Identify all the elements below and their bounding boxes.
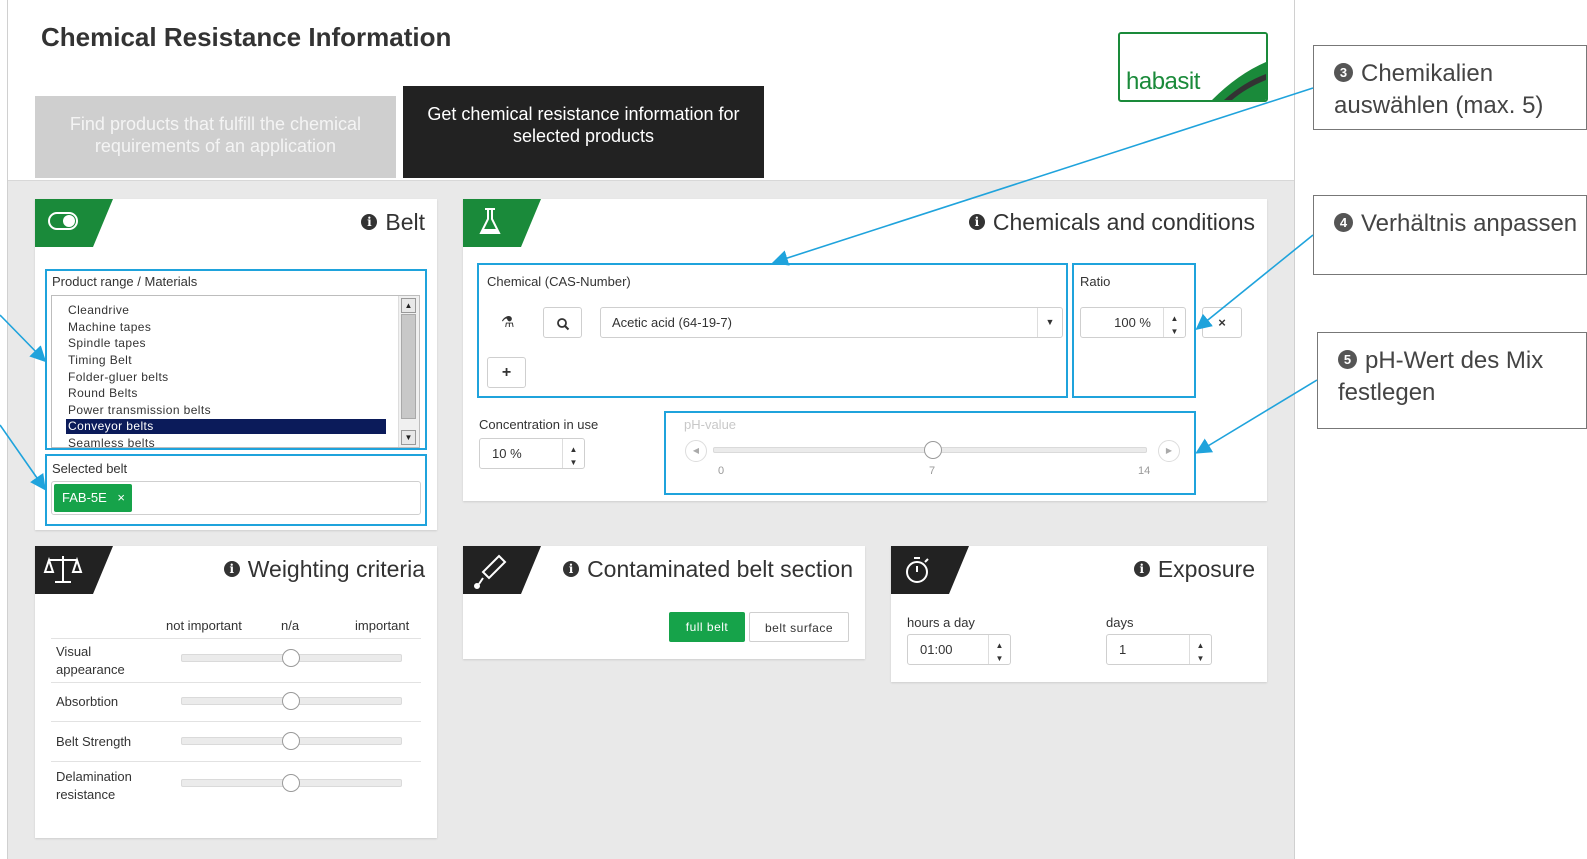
listbox-scrollbar[interactable]: ▲ ▼ [398, 296, 419, 447]
ph-tick-14: 14 [1138, 465, 1151, 477]
criterion-slider-thumb[interactable] [282, 732, 300, 750]
chevron-down-icon[interactable]: ▼ [1037, 308, 1062, 337]
add-chemical-button[interactable]: + [487, 357, 526, 388]
divider [51, 638, 421, 639]
contaminated-panel-title: i Contaminated belt section [563, 556, 853, 583]
exposure-panel-tab [891, 546, 969, 594]
list-item[interactable]: Timing Belt [66, 353, 386, 368]
chemicals-panel-title: i Chemicals and conditions [968, 209, 1255, 236]
divider [51, 721, 421, 722]
exposure-panel-title: i Exposure [1133, 556, 1255, 583]
days-stepper[interactable]: ▲ ▼ [1189, 635, 1211, 664]
list-item[interactable]: Cleandrive [66, 303, 386, 318]
ph-tick-0: 0 [718, 465, 725, 477]
habasit-logo: habasit [1118, 32, 1268, 102]
ratio-input[interactable]: 100 % ▲ ▼ [1080, 307, 1186, 338]
weighting-panel: i Weighting criteria not important n/a im… [35, 546, 437, 838]
belt-panel: i Belt Product range / Materials Cleandri… [35, 199, 437, 530]
weighting-panel-title: i Weighting criteria [223, 556, 425, 583]
list-item-selected[interactable]: Conveyor belts [66, 419, 386, 434]
info-icon[interactable]: i [223, 560, 240, 577]
list-item[interactable]: Power transmission belts [66, 403, 386, 418]
tab-get-resistance-info[interactable]: Get chemical resistance information for … [403, 86, 764, 178]
callout-number-4: 4 [1334, 213, 1353, 233]
hours-stepper[interactable]: ▲ ▼ [988, 635, 1010, 664]
full-belt-button[interactable]: full belt [669, 612, 745, 642]
scale-label-na: n/a [281, 618, 300, 633]
scale-label-important: important [355, 618, 410, 633]
callout-set-ph: 5 pH-Wert des Mix festlegen [1317, 332, 1587, 429]
scale-label-not-important: not important [166, 618, 242, 633]
criterion-label: Delamination resistance [56, 769, 132, 802]
list-item[interactable]: Machine tapes [66, 320, 386, 335]
callout-adjust-ratio: 4 Verhältnis anpassen [1313, 195, 1587, 275]
info-icon[interactable]: i [968, 213, 985, 230]
scroll-thumb[interactable] [401, 314, 416, 419]
remove-chemical-button[interactable]: × [1202, 307, 1242, 338]
exposure-panel: i Exposure hours a day 01:00 ▲ ▼ days 1 ▲ ▼ [891, 546, 1267, 682]
concentration-input[interactable]: 10 % ▲ ▼ [479, 438, 585, 469]
weighting-panel-tab [35, 546, 113, 594]
scroll-up-icon[interactable]: ▲ [401, 298, 416, 313]
info-icon[interactable]: i [563, 560, 580, 577]
app-window: Chemical Resistance Information habasit … [7, 0, 1295, 859]
days-input[interactable]: 1 ▲ ▼ [1106, 634, 1212, 665]
belt-panel-tab [35, 199, 113, 247]
tab-find-products[interactable]: Find products that fulfill the chemical … [35, 96, 396, 178]
hours-label: hours a day [907, 615, 975, 630]
contaminated-panel-tab [463, 546, 541, 594]
contaminated-panel: i Contaminated belt section full belt bel… [463, 546, 865, 659]
chemical-dropdown[interactable]: Acetic acid (64-19-7) ▼ [600, 307, 1063, 338]
chemical-flask-icon: ⚗ [501, 314, 515, 331]
scroll-down-icon[interactable]: ▼ [401, 430, 416, 445]
callout-number-5: 5 [1338, 350, 1357, 370]
ph-increase-icon[interactable]: ▶ [1158, 440, 1180, 462]
criterion-label: Belt Strength [56, 734, 132, 749]
selected-belt-label: Selected belt [52, 461, 128, 476]
product-range-listbox[interactable]: Cleandrive Machine tapes Spindle tapes T… [51, 295, 420, 448]
concentration-stepper[interactable]: ▲ ▼ [562, 439, 584, 468]
criterion-slider-thumb[interactable] [282, 692, 300, 710]
chip-remove-icon[interactable]: × [117, 484, 125, 512]
ph-decrease-icon[interactable]: ◀ [685, 440, 707, 462]
info-icon[interactable]: i [361, 213, 378, 230]
ph-slider-thumb[interactable] [924, 441, 942, 459]
callout-select-chemicals: 3 Chemikalien auswählen (max. 5) [1313, 45, 1587, 130]
chemicals-panel-tab [463, 199, 541, 247]
product-range-label: Product range / Materials [52, 274, 198, 289]
criterion-slider-thumb[interactable] [282, 649, 300, 667]
belt-surface-button[interactable]: belt surface [749, 612, 849, 642]
criterion-label: Visual appearance [56, 644, 125, 677]
list-item[interactable]: Spindle tapes [66, 336, 386, 351]
criterion-label: Absorbtion [56, 694, 119, 709]
info-icon[interactable]: i [1133, 560, 1150, 577]
list-item[interactable]: Folder-gluer belts [66, 370, 386, 385]
hours-input[interactable]: 01:00 ▲ ▼ [907, 634, 1011, 665]
list-item[interactable]: Seamless belts [66, 436, 386, 447]
days-label: days [1106, 615, 1134, 630]
chemical-search-button[interactable] [543, 307, 582, 338]
ratio-stepper[interactable]: ▲ ▼ [1163, 308, 1185, 337]
belt-panel-title: i Belt [361, 209, 425, 236]
ph-tick-7: 7 [929, 465, 936, 477]
chemicals-panel: i Chemicals and conditions Chemical (CAS-… [463, 199, 1267, 501]
callout-number-3: 3 [1334, 63, 1353, 83]
chemical-label: Chemical (CAS-Number) [487, 274, 631, 289]
concentration-label: Concentration in use [479, 417, 599, 432]
search-icon [556, 317, 569, 330]
header: Chemical Resistance Information habasit … [8, 0, 1294, 181]
selected-belt-chip: FAB-5E × [54, 484, 132, 512]
ph-label: pH-value [684, 417, 737, 432]
divider [51, 761, 421, 762]
page-title: Chemical Resistance Information [41, 22, 452, 52]
divider [51, 682, 421, 683]
criterion-slider-thumb[interactable] [282, 774, 300, 792]
ratio-label: Ratio [1080, 274, 1111, 289]
list-item[interactable]: Round Belts [66, 386, 386, 401]
